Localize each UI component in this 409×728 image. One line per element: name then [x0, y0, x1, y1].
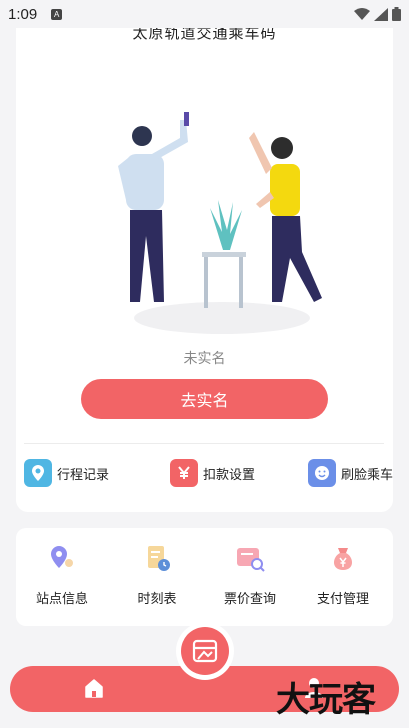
notification-badge-icon: A — [51, 8, 63, 20]
location-pin-icon — [24, 459, 52, 487]
service-label: 票价查询 — [223, 592, 276, 607]
ride-code-icon — [192, 639, 218, 663]
timetable-button[interactable]: 时刻表 — [111, 544, 203, 607]
quick-link-label: 扣款设置 — [203, 467, 256, 483]
battery-icon — [392, 7, 401, 21]
ride-code-button[interactable] — [176, 622, 234, 680]
real-name-illustration — [118, 112, 322, 334]
trip-records-link[interactable]: 行程记录 — [24, 458, 109, 488]
status-bar: 1:09 A — [0, 0, 409, 28]
ride-code-card: 太原轨道交通乘车码 未实名 去实名 行程记录 扣款设置 刷脸乘车 — [16, 10, 393, 512]
face-ride-link[interactable]: 刷脸乘车 — [308, 458, 393, 488]
quick-link-label: 行程记录 — [57, 467, 110, 483]
services-card: 站点信息 时刻表 票价查询 支付管理 — [16, 528, 393, 626]
payment-management-button[interactable]: 支付管理 — [297, 544, 389, 607]
divider — [24, 443, 384, 444]
payment-bag-icon — [333, 548, 353, 570]
real-name-status: 未实名 — [183, 351, 226, 367]
quick-links: 行程记录 扣款设置 刷脸乘车 — [24, 458, 393, 488]
deduction-settings-link[interactable]: 扣款设置 — [170, 458, 255, 488]
verify-name-button[interactable]: 去实名 — [81, 379, 328, 419]
service-label: 站点信息 — [35, 592, 88, 607]
fare-query-button[interactable]: 票价查询 — [204, 544, 296, 607]
signal-icon — [374, 7, 388, 21]
wifi-icon — [354, 7, 370, 20]
station-info-button[interactable]: 站点信息 — [16, 544, 108, 607]
ride-code-fab[interactable] — [181, 627, 229, 675]
ticket-search-icon — [237, 548, 265, 572]
timetable-icon — [148, 546, 170, 571]
station-pin-icon — [51, 546, 73, 568]
status-indicators — [354, 7, 401, 21]
watermark-logo: 大玩客 — [276, 680, 376, 720]
quick-link-label: 刷脸乘车 — [341, 467, 394, 483]
face-icon — [308, 459, 336, 487]
service-label: 支付管理 — [316, 592, 369, 607]
yen-icon — [170, 459, 198, 487]
home-icon[interactable] — [83, 677, 105, 699]
service-label: 时刻表 — [137, 592, 177, 607]
status-time: 1:09 — [8, 5, 38, 23]
